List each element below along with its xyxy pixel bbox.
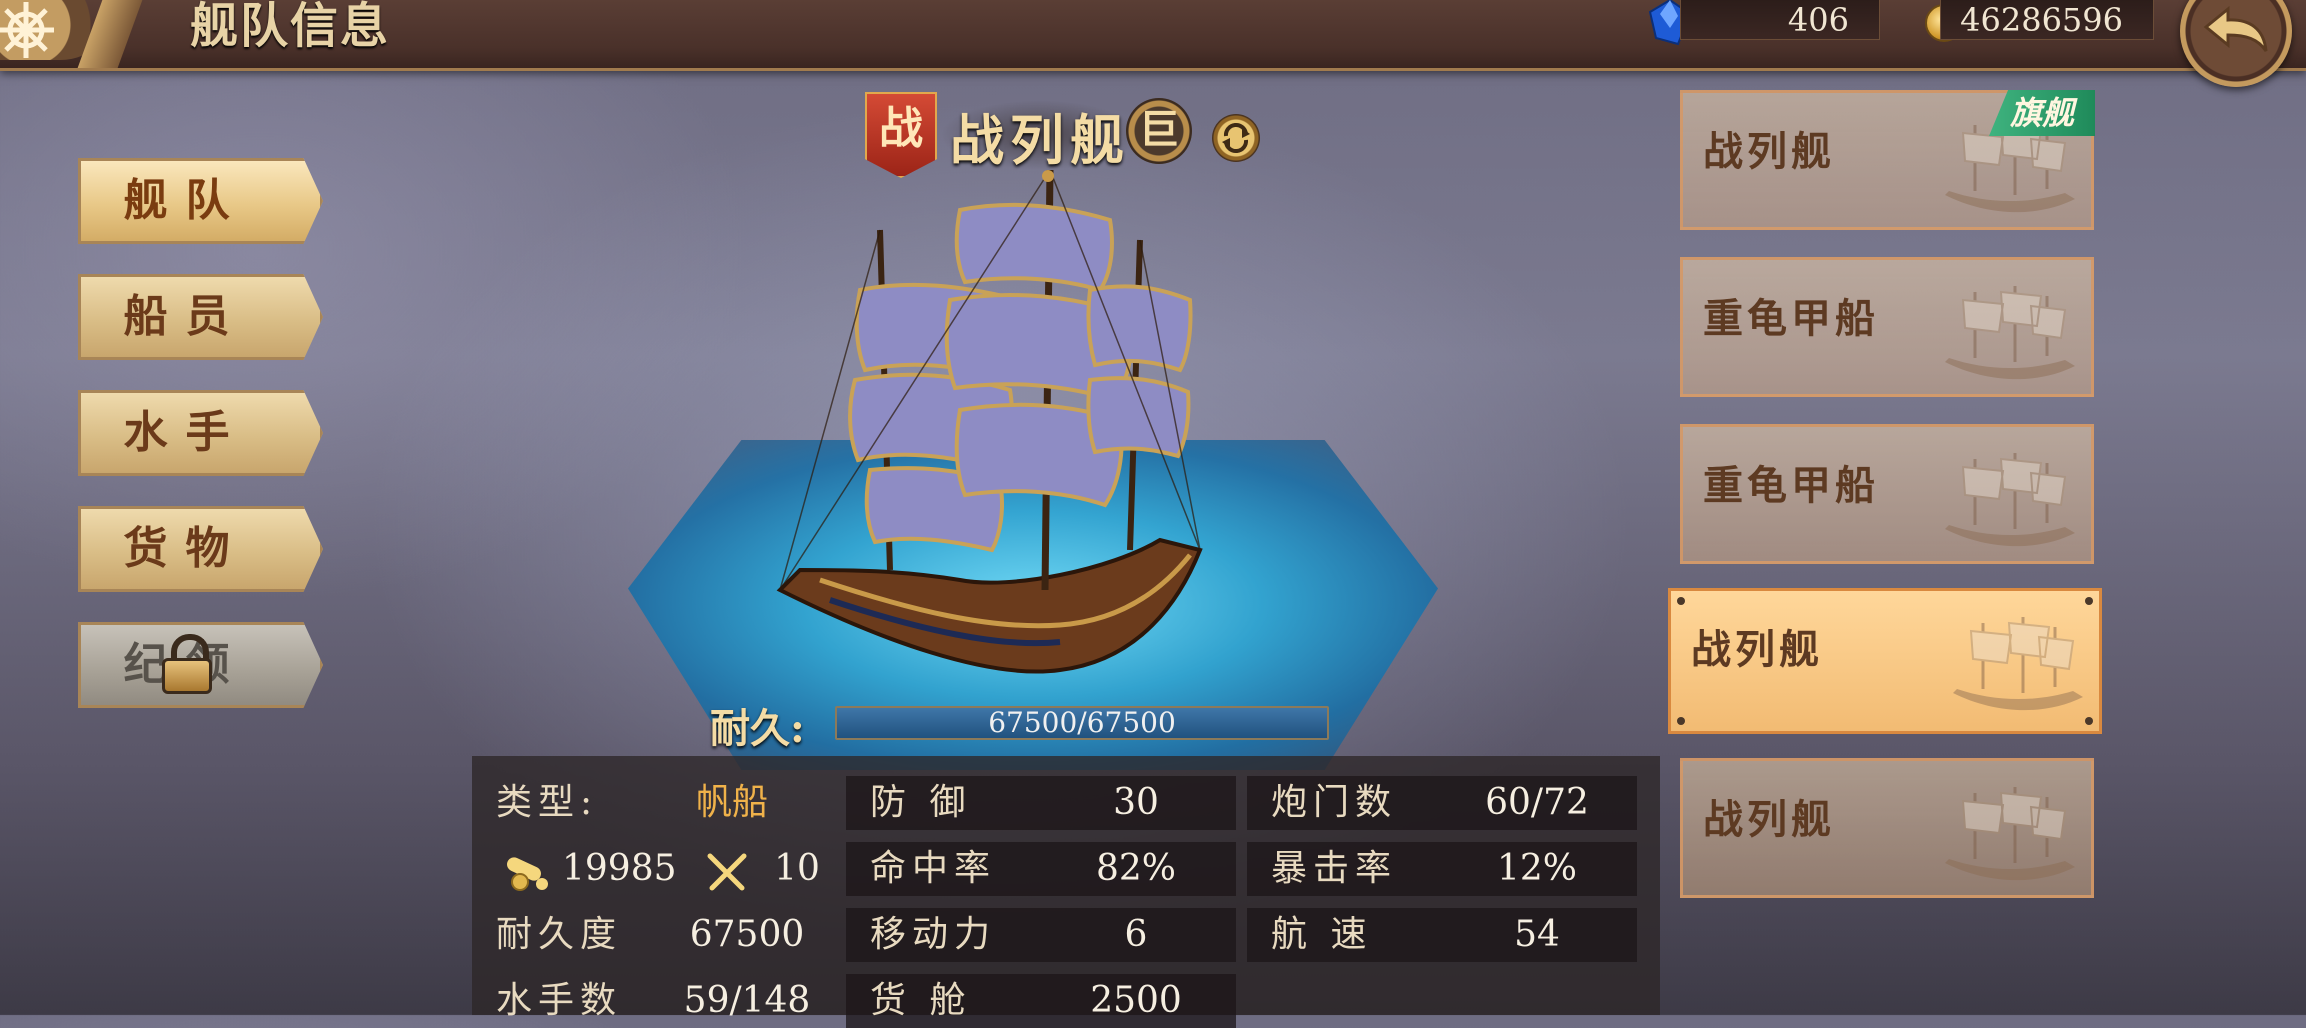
stat-speed: 航 速 54 (1247, 908, 1637, 962)
stat-speed-label: 航 速 (1271, 914, 1373, 955)
fleet-slot-4-selected[interactable]: 战列舰 (1668, 588, 2102, 734)
stat-defense-label: 防 御 (870, 782, 972, 823)
flagship-tag: 旗舰 (1989, 90, 2095, 136)
fleet-slot-name: 重龟甲船 (1703, 295, 1879, 342)
ship-name: 战列舰 (950, 108, 1130, 172)
stat-hp: 耐久度 67500 (472, 908, 862, 962)
fleet-slot-name: 战列舰 (1703, 128, 1835, 175)
corner-ornament (1677, 717, 1685, 725)
nav-tab-fleet[interactable]: 舰队 (78, 158, 323, 244)
stat-cargo-label: 货 舱 (870, 980, 972, 1021)
fleet-slot-1[interactable]: 战列舰 旗舰 (1680, 90, 2095, 230)
durability-bar: 67500/67500 (835, 706, 1329, 740)
stat-type-label: 类型: (496, 782, 599, 823)
ship-stats-panel: 类型: 帆船 19985 10 耐久度 67500 水手数 59/148 防 御… (472, 756, 1660, 1028)
refresh-icon (1222, 123, 1250, 153)
stat-melee-value: 10 (774, 848, 820, 889)
stat-cannons-value: 60/72 (1485, 782, 1589, 823)
nav-tab-cargo[interactable]: 货物 (78, 506, 323, 592)
fleet-slot-3[interactable]: 重龟甲船 (1680, 424, 2094, 564)
durability-text: 67500/67500 (988, 706, 1176, 739)
fleet-slot-name: 战列舰 (1691, 626, 1823, 673)
ship-thumbnail-icon (1945, 453, 2075, 547)
fleet-slot-2[interactable]: 重龟甲船 (1680, 257, 2094, 397)
stat-cargo-value: 2500 (1090, 980, 1182, 1021)
corner-ornament (1677, 597, 1685, 605)
ship-thumbnail-icon (1945, 787, 2075, 881)
back-button[interactable] (2180, 0, 2292, 87)
corner-ornament (2085, 597, 2093, 605)
nav-tab-officers[interactable]: 船员 (78, 274, 323, 360)
corner-ornament (2085, 717, 2093, 725)
ship-thumbnail-icon (1945, 286, 2075, 380)
stat-type-value: 帆船 (695, 782, 768, 823)
ship-class-badge: 战 (865, 92, 937, 178)
stat-cannons: 炮门数 60/72 (1247, 776, 1637, 830)
stat-crit: 暴击率 12% (1247, 842, 1637, 896)
stat-hp-label: 耐久度 (496, 914, 623, 955)
coin-counter: 46286596 (1940, 0, 2154, 40)
stat-hp-value: 67500 (689, 914, 805, 955)
fleet-slot-5[interactable]: 战列舰 (1680, 758, 2094, 898)
stat-accuracy-value: 82% (1095, 848, 1176, 889)
stat-crew: 水手数 59/148 (472, 974, 862, 1028)
stat-defense-value: 30 (1113, 782, 1159, 823)
stat-mobility-label: 移动力 (870, 914, 997, 955)
stat-crew-label: 水手数 (496, 980, 623, 1021)
crossed-swords-icon (707, 853, 747, 891)
gem-counter: 406 (1680, 0, 1880, 40)
stat-type: 类型: 帆船 (472, 776, 862, 830)
cannon-icon (507, 857, 548, 891)
ship-model (776, 170, 1203, 674)
stat-attack: 19985 10 (472, 842, 862, 896)
stat-attack-value: 19985 (562, 848, 677, 889)
stat-accuracy: 命中率 82% (846, 842, 1236, 896)
lock-icon (162, 634, 212, 694)
fleet-slot-name: 重龟甲船 (1703, 462, 1879, 509)
stat-crew-value: 59/148 (683, 980, 811, 1021)
stat-mobility: 移动力 6 (846, 908, 1236, 962)
fleet-slot-name: 战列舰 (1703, 796, 1835, 843)
top-bar: 舰队信息 406 46286596 (0, 0, 2306, 71)
page-title: 舰队信息 (190, 0, 391, 54)
swap-ship-button[interactable] (1212, 114, 1260, 162)
ship-thumbnail-icon (1953, 617, 2083, 711)
stat-cargo: 货 舱 2500 (846, 974, 1236, 1028)
back-arrow-icon (2203, 5, 2268, 52)
stat-crit-label: 暴击率 (1271, 848, 1398, 889)
stat-accuracy-label: 命中率 (870, 848, 997, 889)
stat-crit-value: 12% (1496, 848, 1577, 889)
stat-mobility-value: 6 (1124, 914, 1148, 955)
stat-cannons-label: 炮门数 (1271, 782, 1398, 823)
stat-speed-value: 54 (1514, 914, 1560, 955)
nav-tab-sailors[interactable]: 水手 (78, 390, 323, 476)
durability-label: 耐久: (710, 705, 805, 752)
ship-size-badge: 巨 (1126, 98, 1192, 164)
stat-defense: 防 御 30 (846, 776, 1236, 830)
